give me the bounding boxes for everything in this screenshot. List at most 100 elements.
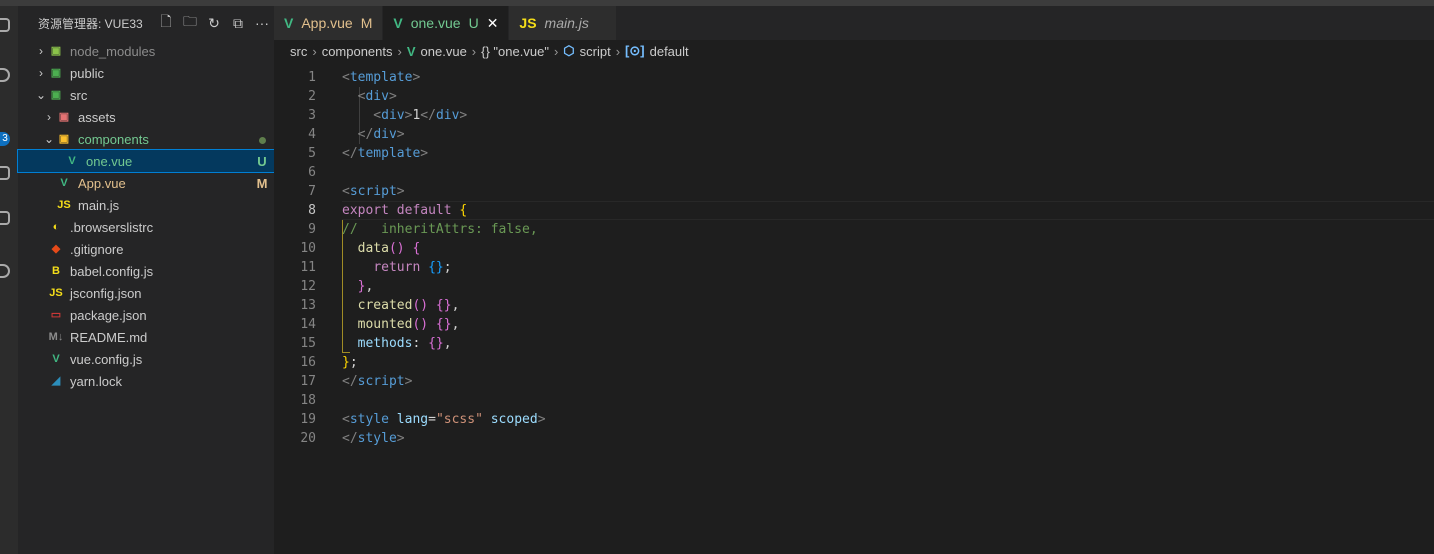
code-line: 7 <script>	[274, 182, 404, 201]
code-line: 9 // inheritAttrs: false,	[274, 220, 538, 239]
tab-label: one.vue	[410, 15, 461, 31]
tab-App-vue[interactable]: V App.vue M	[274, 6, 384, 40]
breadcrumb-item[interactable]: {} "one.vue"	[481, 44, 549, 59]
chevron-down-icon: ⌄	[35, 88, 47, 102]
line-number: 7	[308, 184, 316, 199]
code-token: =	[428, 412, 436, 427]
file-type-icon: ▣	[50, 89, 62, 101]
explorer-icon[interactable]	[0, 18, 10, 32]
line-number: 8	[308, 203, 316, 218]
tree-item-public[interactable]: › ▣ public	[18, 62, 274, 84]
code-token: div	[381, 108, 405, 123]
tree-item-readme-md[interactable]: M↓ README.md	[18, 326, 274, 348]
tree-item-label: babel.config.js	[70, 263, 154, 279]
git-status	[250, 132, 274, 147]
code-editor[interactable]: 1 <template> 2 <div> 3 <div>1</div> 4 </div>…	[274, 68, 545, 448]
tree-item--gitignore[interactable]: ◆ .gitignore	[18, 238, 274, 260]
tab-main-js[interactable]: JS main.js	[509, 6, 618, 40]
code-line: 14 mounted() {},	[274, 315, 459, 334]
tree-item-one-vue[interactable]: Vone.vue U	[17, 149, 275, 173]
code-token: return	[373, 260, 429, 275]
tree-item-vue-config-js[interactable]: Vvue.config.js	[18, 348, 274, 370]
file-type-icon: ◆	[51, 243, 61, 255]
tree-item-label: assets	[78, 109, 116, 125]
refresh-icon[interactable]: ↻	[202, 15, 226, 32]
tree-item-src[interactable]: ⌄ ▣ src	[18, 84, 274, 106]
code-token: }	[342, 279, 366, 294]
code-token: "scss"	[435, 412, 483, 427]
code-token: div	[373, 127, 397, 142]
explorer-title: 资源管理器: VUE33	[38, 16, 143, 31]
code-line: 16};	[274, 353, 357, 372]
tree-item-components[interactable]: ⌄ ▣ components	[18, 128, 274, 150]
close-icon[interactable]: ✕	[487, 15, 499, 32]
line-text: <style lang="scss" scoped>	[342, 410, 546, 429]
tree-item-label: one.vue	[86, 153, 133, 169]
breadcrumb-item[interactable]: default	[650, 44, 689, 59]
tree-item-jsconfig-json[interactable]: JS jsconfig.json	[18, 282, 274, 304]
tree-item-package-json[interactable]: ▭ package.json	[18, 304, 274, 326]
line-number: 10	[300, 241, 316, 256]
extensions-icon[interactable]	[0, 211, 10, 225]
chevron-right-icon: ›	[39, 66, 43, 80]
line-number: 6	[308, 165, 316, 180]
remote-icon[interactable]	[0, 264, 10, 278]
breadcrumb-item[interactable]: components	[322, 44, 393, 59]
line-number: 9	[308, 222, 316, 237]
more-icon[interactable]: ···	[250, 15, 274, 31]
code-token: </	[342, 374, 358, 389]
code-token: >	[396, 431, 405, 446]
file-type-icon: JS	[49, 287, 63, 299]
code-token: () {}	[412, 317, 452, 332]
code-token: mounted	[357, 317, 413, 332]
activity-bar: 3	[0, 6, 18, 554]
breadcrumb-item[interactable]: src	[290, 44, 307, 59]
file-type-icon: V	[393, 15, 403, 31]
tab-git-status: M	[360, 15, 373, 31]
source-control-badge[interactable]: 3	[0, 132, 10, 146]
tree-item-label: README.md	[70, 329, 148, 345]
code-token: lang	[396, 412, 429, 427]
breadcrumb-item[interactable]: script	[580, 44, 611, 59]
code-token: ,	[365, 279, 374, 294]
code-token: // inheritAttrs: false,	[342, 222, 538, 237]
chevron-right-icon: ›	[553, 43, 559, 59]
code-token: <	[342, 184, 350, 199]
code-line: 2 <div>	[274, 87, 397, 106]
line-text: <div>	[342, 87, 397, 106]
code-token: style	[357, 431, 397, 446]
code-token: div	[365, 89, 389, 104]
line-number: 13	[300, 298, 316, 313]
tree-item-label: components	[78, 131, 149, 147]
search-icon[interactable]	[0, 68, 10, 82]
code-line: 10 data() {	[274, 239, 420, 258]
new-file-icon[interactable]: 🗋	[154, 11, 178, 35]
tree-item-label: yarn.lock	[70, 373, 123, 389]
code-token: created	[357, 298, 413, 313]
line-text: },	[342, 277, 374, 296]
code-token: template	[349, 70, 413, 85]
current-line-highlight	[342, 201, 1434, 220]
code-token: () {}	[412, 298, 452, 313]
new-folder-icon[interactable]: 🗀	[178, 11, 202, 35]
chevron-right-icon: ›	[471, 43, 477, 59]
symbol-class-icon: ⬡	[563, 43, 575, 58]
run-debug-icon[interactable]	[0, 166, 10, 180]
tree-item-label: main.js	[78, 197, 120, 213]
tree-item--browserslistrc[interactable]: ◐ .browserslistrc	[18, 216, 274, 238]
tree-item-assets[interactable]: › ▣ assets	[18, 106, 274, 128]
tree-item-node-modules[interactable]: › ▣ node_modules	[18, 40, 274, 62]
tree-item-main-js[interactable]: JS main.js	[18, 194, 274, 216]
file-type-icon: JS	[519, 15, 537, 31]
code-token: >	[396, 184, 405, 199]
git-status: U	[257, 153, 267, 169]
code-token: >	[396, 127, 405, 142]
collapse-all-icon[interactable]: ⧉	[226, 15, 250, 32]
tree-item-babel-config-js[interactable]: Bbabel.config.js	[18, 260, 274, 282]
breadcrumb-item[interactable]: one.vue	[421, 44, 467, 59]
tab-one-vue[interactable]: Vone.vue U ✕	[383, 6, 510, 40]
code-token: ;	[349, 355, 358, 370]
tree-item-app-vue[interactable]: V App.vue M	[18, 172, 274, 194]
tree-item-yarn-lock[interactable]: ◢ yarn.lock	[18, 370, 274, 392]
